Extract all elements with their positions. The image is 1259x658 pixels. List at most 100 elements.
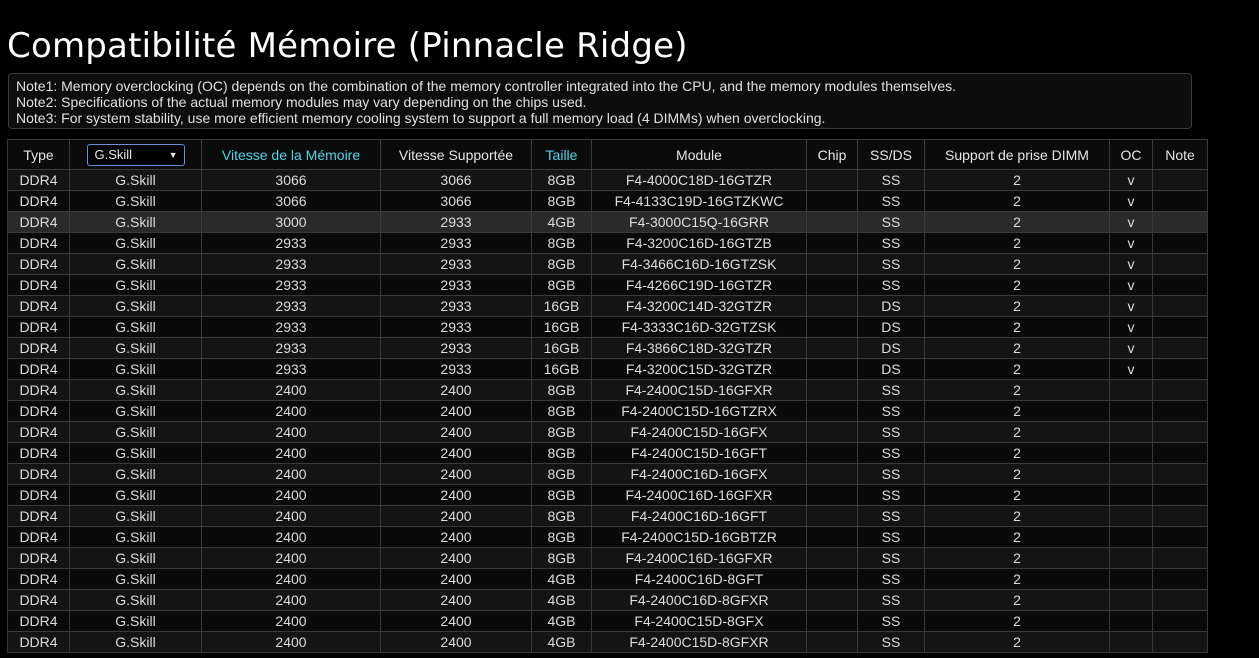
cell-brand: G.Skill: [69, 211, 202, 233]
cell-chip: [806, 211, 858, 233]
cell-brand: G.Skill: [69, 253, 202, 275]
cell-memory-speed: 2400: [201, 631, 381, 653]
cell-size: 4GB: [531, 211, 592, 233]
cell-type: DDR4: [7, 337, 70, 359]
cell-ssds: SS: [857, 547, 925, 569]
cell-note: [1152, 421, 1208, 443]
header-supported-speed: Vitesse Supportée: [380, 139, 532, 170]
table-row: DDR4 G.Skill 2933 2933 8GB F4-3200C16D-16GTZB…: [7, 232, 1208, 254]
cell-module: F4-2400C16D-16GFT: [591, 505, 807, 527]
cell-dimm-support: 2: [924, 316, 1110, 338]
cell-oc: v: [1109, 295, 1153, 317]
cell-note: [1152, 568, 1208, 590]
header-type: Type: [7, 139, 70, 170]
cell-supported-speed: 2400: [380, 526, 532, 548]
cell-dimm-support: 2: [924, 463, 1110, 485]
cell-module: F4-2400C16D-8GFT: [591, 568, 807, 590]
cell-chip: [806, 337, 858, 359]
cell-note: [1152, 547, 1208, 569]
table-row: DDR4 G.Skill 2400 2400 8GB F4-2400C16D-16GFXR…: [7, 547, 1208, 569]
cell-size: 8GB: [531, 190, 592, 212]
header-memory-speed[interactable]: Vitesse de la Mémoire: [201, 139, 381, 170]
cell-supported-speed: 2400: [380, 442, 532, 464]
cell-dimm-support: 2: [924, 589, 1110, 611]
cell-brand: G.Skill: [69, 421, 202, 443]
cell-brand: G.Skill: [69, 505, 202, 527]
cell-dimm-support: 2: [924, 253, 1110, 275]
cell-brand: G.Skill: [69, 316, 202, 338]
cell-module: F4-2400C15D-8GFXR: [591, 631, 807, 653]
cell-note: [1152, 274, 1208, 296]
cell-memory-speed: 2933: [201, 316, 381, 338]
table-row: DDR4 G.Skill 2400 2400 4GB F4-2400C15D-8GFX SS…: [7, 610, 1208, 632]
table-row: DDR4 G.Skill 2933 2933 16GB F4-3333C16D-32GTZ…: [7, 316, 1208, 338]
cell-dimm-support: 2: [924, 505, 1110, 527]
cell-type: DDR4: [7, 568, 70, 590]
cell-type: DDR4: [7, 211, 70, 233]
cell-module: F4-4133C19D-16GTZKWC: [591, 190, 807, 212]
cell-brand: G.Skill: [69, 568, 202, 590]
cell-chip: [806, 379, 858, 401]
cell-supported-speed: 2933: [380, 274, 532, 296]
cell-note: [1152, 169, 1208, 191]
cell-size: 4GB: [531, 610, 592, 632]
table-row: DDR4 G.Skill 2933 2933 16GB F4-3866C18D-32GTZ…: [7, 337, 1208, 359]
table-row: DDR4 G.Skill 2400 2400 4GB F4-2400C16D-8GFT SS…: [7, 568, 1208, 590]
header-size[interactable]: Taille: [531, 139, 592, 170]
cell-brand: G.Skill: [69, 589, 202, 611]
cell-memory-speed: 2933: [201, 295, 381, 317]
cell-supported-speed: 2400: [380, 505, 532, 527]
cell-chip: [806, 190, 858, 212]
cell-brand: G.Skill: [69, 337, 202, 359]
cell-size: 8GB: [531, 421, 592, 443]
cell-dimm-support: 2: [924, 379, 1110, 401]
cell-type: DDR4: [7, 421, 70, 443]
cell-oc: [1109, 547, 1153, 569]
cell-module: F4-2400C16D-16GFXR: [591, 547, 807, 569]
cell-oc: v: [1109, 274, 1153, 296]
cell-oc: v: [1109, 316, 1153, 338]
header-note: Note: [1152, 139, 1208, 170]
notes-box: Note1: Memory overclocking (OC) depends …: [8, 73, 1192, 129]
table-row: DDR4 G.Skill 2933 2933 16GB F4-3200C14D-32GTZ…: [7, 295, 1208, 317]
header-oc: OC: [1109, 139, 1153, 170]
table-row: DDR4 G.Skill 2400 2400 8GB F4-2400C15D-16GBTZ…: [7, 526, 1208, 548]
cell-size: 8GB: [531, 484, 592, 506]
cell-type: DDR4: [7, 190, 70, 212]
cell-memory-speed: 2400: [201, 463, 381, 485]
cell-chip: [806, 631, 858, 653]
cell-type: DDR4: [7, 400, 70, 422]
cell-ssds: DS: [857, 337, 925, 359]
cell-oc: v: [1109, 169, 1153, 191]
cell-dimm-support: 2: [924, 526, 1110, 548]
compatibility-table-wrapper[interactable]: Type G.Skill ▼ Vitesse de la Mémoire Vit…: [7, 139, 1208, 653]
cell-size: 8GB: [531, 274, 592, 296]
cell-memory-speed: 2400: [201, 442, 381, 464]
cell-oc: [1109, 484, 1153, 506]
cell-ssds: SS: [857, 400, 925, 422]
cell-ssds: SS: [857, 568, 925, 590]
cell-type: DDR4: [7, 589, 70, 611]
table-header-row: Type G.Skill ▼ Vitesse de la Mémoire Vit…: [7, 139, 1208, 170]
table-row: DDR4 G.Skill 2400 2400 8GB F4-2400C15D-16GFT S…: [7, 442, 1208, 464]
brand-filter-select[interactable]: G.Skill ▼: [86, 143, 185, 166]
cell-ssds: SS: [857, 190, 925, 212]
cell-supported-speed: 2400: [380, 484, 532, 506]
cell-ssds: DS: [857, 358, 925, 380]
cell-chip: [806, 400, 858, 422]
table-row: DDR4 G.Skill 3066 3066 8GB F4-4133C19D-16GTZK…: [7, 190, 1208, 212]
cell-ssds: DS: [857, 295, 925, 317]
cell-module: F4-4000C18D-16GTZR: [591, 169, 807, 191]
cell-oc: [1109, 442, 1153, 464]
cell-module: F4-2400C16D-16GFXR: [591, 484, 807, 506]
cell-size: 16GB: [531, 337, 592, 359]
cell-brand: G.Skill: [69, 190, 202, 212]
cell-dimm-support: 2: [924, 358, 1110, 380]
cell-module: F4-2400C16D-8GFXR: [591, 589, 807, 611]
cell-oc: v: [1109, 190, 1153, 212]
cell-supported-speed: 3066: [380, 190, 532, 212]
cell-supported-speed: 2933: [380, 316, 532, 338]
cell-brand: G.Skill: [69, 232, 202, 254]
cell-size: 4GB: [531, 568, 592, 590]
cell-module: F4-4266C19D-16GTZR: [591, 274, 807, 296]
